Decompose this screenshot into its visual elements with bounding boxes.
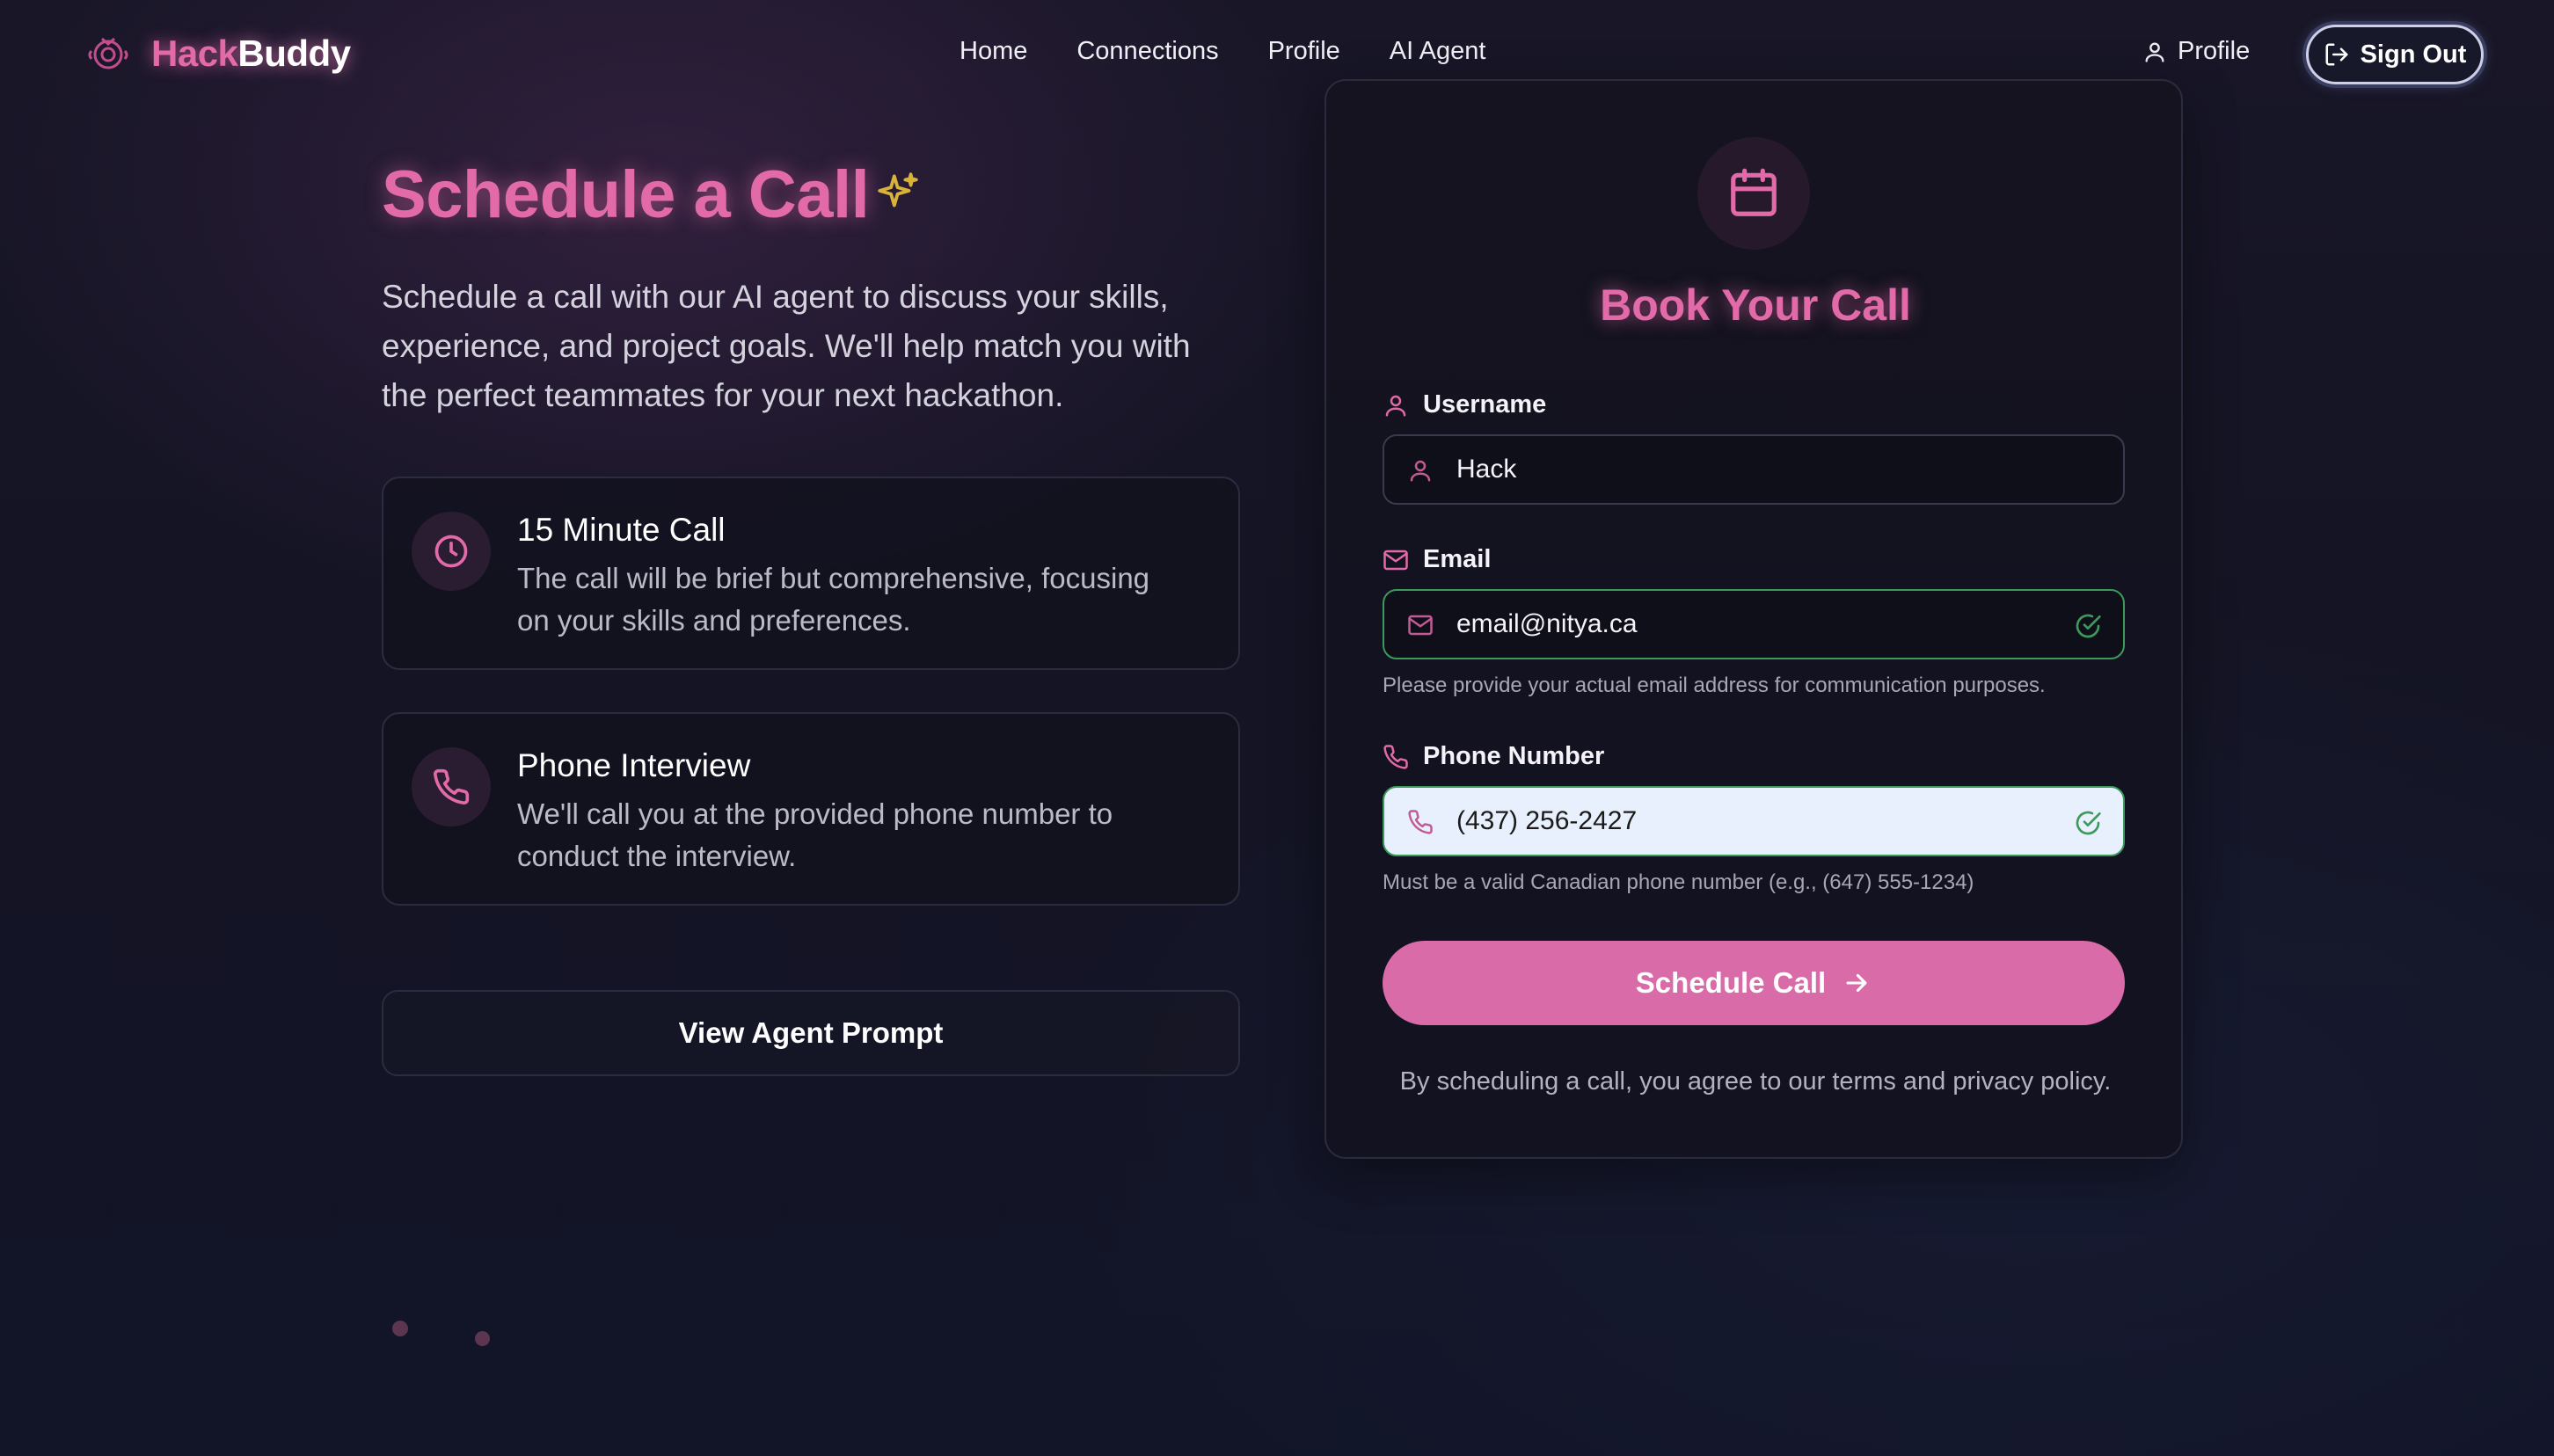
profile-link[interactable]: Profile [2142, 37, 2250, 66]
page-title: Schedule a Call [382, 157, 870, 232]
feature-icon-badge [412, 512, 491, 591]
user-icon [2145, 42, 2164, 62]
schedule-call-button[interactable]: Schedule Call [1383, 941, 2125, 1025]
booking-card-title: Book Your Call [1600, 280, 1911, 330]
user-icon [1385, 395, 1406, 416]
feature-title: 15 Minute Call [517, 512, 726, 548]
feature-card-phone-interview: Phone Interview We'll call you at the pr… [382, 712, 1240, 906]
nav-link-connections[interactable]: Connections [1076, 37, 1218, 66]
username-label: Username [1383, 390, 1546, 419]
mail-icon [1408, 615, 1433, 636]
email-hint: Please provide your actual email address… [1383, 673, 2046, 697]
username-input-value: Hack [1456, 455, 1517, 484]
logo-text-hack: Hack [151, 33, 238, 74]
nav-link-ai-agent[interactable]: AI Agent [1390, 37, 1486, 66]
terms-notice: By scheduling a call, you agree to our t… [1399, 1067, 2112, 1096]
calendar-icon [1731, 168, 1777, 216]
calendar-badge [1697, 137, 1810, 250]
decorative-dot [392, 1321, 408, 1336]
feature-title: Phone Interview [517, 747, 751, 783]
phone-icon [1408, 810, 1433, 834]
check-circle-icon [2076, 614, 2101, 638]
feature-text: The call will be brief but comprehensive… [517, 562, 1150, 637]
phone-icon [1383, 744, 1408, 769]
booking-card: Book Your Call Username Hack Email email… [1324, 79, 2183, 1159]
nav-links: Home Connections Profile AI Agent [960, 37, 1485, 66]
email-label: Email [1383, 545, 1491, 574]
sign-out-label: Sign Out [2360, 40, 2467, 69]
nav-link-profile[interactable]: Profile [1268, 37, 1340, 66]
feature-text: We'll call you at the provided phone num… [517, 797, 1113, 872]
phone-hint: Must be a valid Canadian phone number (e… [1383, 870, 1974, 894]
email-input-value: email@nitya.ca [1456, 609, 1638, 638]
schedule-call-label: Schedule Call [1635, 966, 1827, 999]
logo[interactable]: HackBuddy [84, 30, 351, 77]
page-description: Schedule a call with our AI agent to dis… [382, 279, 1191, 413]
profile-link-label: Profile [2178, 37, 2251, 65]
phone-label: Phone Number [1383, 742, 1604, 771]
user-icon [1410, 460, 1431, 482]
logo-text: HackBuddy [151, 33, 351, 75]
view-agent-prompt-button[interactable]: View Agent Prompt [382, 990, 1240, 1076]
feature-card-call-length: 15 Minute Call The call will be brief bu… [382, 477, 1240, 670]
nav-link-home[interactable]: Home [960, 37, 1027, 66]
mail-icon [1383, 550, 1408, 570]
username-label-text: Username [1423, 390, 1547, 419]
clock-icon [434, 535, 468, 568]
sign-out-icon [2325, 43, 2348, 66]
decorative-dot [475, 1331, 490, 1346]
robot-logo-icon [88, 37, 128, 69]
email-label-text: Email [1423, 545, 1492, 573]
phone-icon [434, 768, 470, 804]
email-input[interactable]: email@nitya.ca [1383, 589, 2125, 659]
sparkle-icon [878, 172, 918, 207]
logo-text-buddy: Buddy [237, 33, 351, 74]
phone-input[interactable]: (437) 256-2427 [1383, 786, 2125, 856]
phone-input-value: (437) 256-2427 [1456, 806, 1638, 835]
feature-icon-badge [412, 747, 491, 826]
username-input[interactable]: Hack [1383, 434, 2125, 505]
phone-label-text: Phone Number [1423, 742, 1605, 770]
arrow-right-icon [1846, 973, 1867, 993]
check-circle-icon [2076, 811, 2101, 835]
sign-out-button[interactable]: Sign Out [2306, 25, 2484, 84]
